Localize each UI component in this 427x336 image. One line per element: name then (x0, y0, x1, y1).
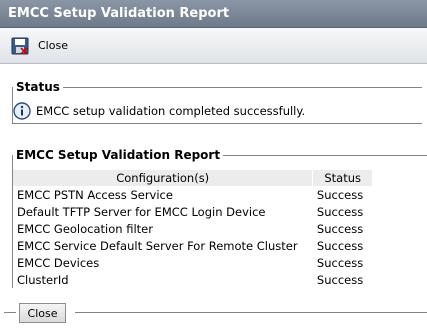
status-message-text: EMCC setup validation completed successf… (36, 104, 306, 118)
column-header-configuration: Configuration(s) (13, 170, 314, 186)
table-row: Default TFTP Server for EMCC Login Devic… (13, 203, 373, 220)
row-config: Default TFTP Server for EMCC Login Devic… (17, 204, 266, 219)
divider (4, 312, 16, 313)
status-legend: Status (16, 80, 60, 94)
table-row: EMCC Devices Success (13, 254, 373, 271)
status-message: EMCC setup validation completed successf… (13, 102, 305, 120)
footer-bar: Close (0, 294, 427, 336)
report-table: Configuration(s) Status EMCC PSTN Access… (13, 170, 373, 288)
row-status: Success (316, 255, 364, 270)
row-status: Success (316, 238, 364, 253)
row-config: EMCC PSTN Access Service (17, 187, 173, 202)
column-header-status: Status (312, 170, 373, 186)
status-section: Status EMCC setup validation completed s… (12, 80, 422, 124)
report-section: EMCC Setup Validation Report Configurati… (12, 148, 427, 288)
info-icon (13, 102, 31, 120)
table-header-row: Configuration(s) Status (13, 170, 373, 186)
row-config: EMCC Geolocation filter (17, 221, 153, 236)
content-area: Status EMCC setup validation completed s… (0, 64, 427, 336)
row-config: EMCC Service Default Server For Remote C… (17, 238, 298, 253)
divider (75, 312, 427, 313)
table-row: EMCC PSTN Access Service Success (13, 186, 373, 203)
row-status: Success (316, 187, 364, 202)
row-status: Success (316, 272, 364, 287)
save-close-icon[interactable] (10, 36, 30, 56)
report-legend: EMCC Setup Validation Report (16, 148, 221, 162)
toolbar-close-label[interactable]: Close (38, 39, 68, 52)
row-status: Success (316, 221, 364, 236)
table-row: EMCC Geolocation filter Success (13, 220, 373, 237)
window-title: EMCC Setup Validation Report (0, 0, 427, 28)
row-config: EMCC Devices (17, 255, 100, 270)
table-row: ClusterId Success (13, 271, 373, 288)
table-row: EMCC Service Default Server For Remote C… (13, 237, 373, 254)
toolbar: Close (0, 28, 427, 64)
close-button[interactable]: Close (19, 303, 66, 323)
row-config: ClusterId (17, 272, 69, 287)
row-status: Success (316, 204, 364, 219)
